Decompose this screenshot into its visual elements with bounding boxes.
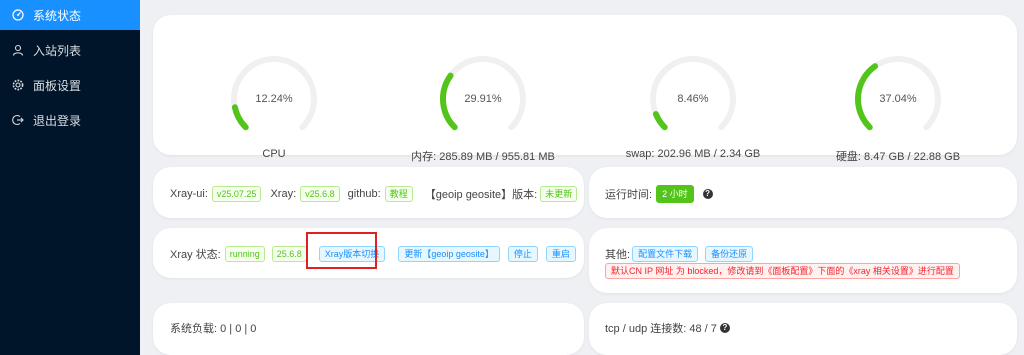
system-load-text: 系统负载: 0 | 0 | 0 (170, 323, 257, 335)
uptime-value-tag: 2 小时 (656, 185, 694, 203)
gauge-label: CPU (262, 148, 286, 160)
swap-gauge: 8.46% swap: 202.96 MB / 2.34 GB (613, 53, 773, 160)
sidebar-item-label: 系统状态 (33, 8, 82, 23)
uptime-card: 运行时间: 2 小时 ? (589, 167, 1017, 218)
sidebar-item-system-status[interactable]: 系统状态 (0, 0, 140, 30)
sidebar-item-label: 退出登录 (33, 113, 82, 128)
resource-usage-card: 12.24% CPU 29.91% 内存: 285.89 MB / 955.81… (153, 15, 1017, 163)
uptime-label: 运行时间: (605, 189, 653, 201)
connections-card: tcp / udp 连接数: 48 / 7 ? (589, 303, 1017, 355)
github-label: github: (347, 188, 381, 200)
memory-gauge: 29.91% 内存: 285.89 MB / 955.81 MB (403, 53, 563, 164)
warning-row: 默认CN IP 网址 为 blocked，修改请到《面板配置》下面的《xray … (605, 263, 960, 279)
gauge-value: 8.46% (677, 93, 709, 105)
gauge-value: 12.24% (255, 93, 293, 105)
xray-version-tag: v25.6.8 (300, 186, 340, 202)
restart-button[interactable]: 重启 (545, 246, 576, 262)
sidebar-item-panel-settings[interactable]: 面板设置 (0, 70, 140, 100)
highlight-box (306, 232, 377, 269)
gear-icon (12, 79, 24, 91)
gauge-arc (652, 111, 668, 131)
xray-status-label: Xray 状态: (170, 249, 221, 261)
gauge-value: 37.04% (879, 93, 917, 105)
gauge-label: 内存: 285.89 MB / 955.81 MB (411, 151, 555, 163)
sidebar: 系统状态 入站列表 面板设置 退出登录 (0, 0, 140, 355)
sidebar-item-label: 入站列表 (33, 43, 82, 58)
config-download-button[interactable]: 配置文件下载 (632, 246, 699, 262)
xrayui-version-tag: v25.07.25 (211, 186, 262, 202)
other-row: 其他: 配置文件下载 备份还原 (605, 246, 754, 262)
xray-label: Xray: (270, 188, 297, 200)
gauge-label: 硬盘: 8.47 GB / 22.88 GB (835, 151, 961, 163)
versions-row: Xray-ui: v25.07.25 Xray: v25.6.8 github:… (170, 186, 578, 202)
backup-restore-button[interactable]: 备份还原 (705, 246, 754, 262)
other-card: 其他: 配置文件下载 备份还原 默认CN IP 网址 为 blocked，修改请… (589, 228, 1017, 293)
logout-icon (12, 114, 24, 126)
other-label: 其他: (605, 249, 631, 261)
geo-status-tag: 未更新 (540, 186, 578, 202)
cpu-gauge: 12.24% CPU (209, 53, 339, 160)
user-icon (12, 44, 24, 56)
cn-ip-warning-tag: 默认CN IP 网址 为 blocked，修改请到《面板配置》下面的《xray … (605, 263, 960, 279)
connections-text: tcp / udp 连接数: 48 / 7 (605, 323, 717, 335)
sidebar-item-label: 面板设置 (33, 78, 82, 93)
question-circle-icon[interactable]: ? (719, 323, 730, 333)
xray-state-tag: running (224, 246, 265, 262)
geo-version-label: 【geoip geosite】版本: (424, 189, 538, 201)
gauge-label: swap: 202.96 MB / 2.34 GB (625, 148, 761, 160)
uptime-row: 运行时间: 2 小时 ? (605, 185, 713, 203)
xray-version-tag: 25.6.8 (271, 246, 307, 262)
stop-button[interactable]: 停止 (507, 246, 538, 262)
question-circle-icon[interactable]: ? (702, 189, 713, 199)
versions-card: Xray-ui: v25.07.25 Xray: v25.6.8 github:… (153, 167, 584, 218)
connections-row: tcp / udp 连接数: 48 / 7 ? (605, 320, 730, 336)
github-tutorial-link[interactable]: 教程 (384, 186, 413, 202)
xrayui-label: Xray-ui: (170, 188, 208, 200)
system-load-row: 系统负载: 0 | 0 | 0 (170, 320, 256, 336)
main-content: 12.24% CPU 29.91% 内存: 285.89 MB / 955.81… (140, 0, 1024, 355)
update-geo-button[interactable]: 更新【geoip geosite】 (398, 246, 500, 262)
sidebar-item-inbound-list[interactable]: 入站列表 (0, 35, 140, 65)
dashboard-icon (12, 9, 24, 21)
disk-gauge: 37.04% 硬盘: 8.47 GB / 22.88 GB (823, 53, 973, 164)
system-load-card: 系统负载: 0 | 0 | 0 (153, 303, 584, 355)
gauge-arc (231, 104, 249, 131)
sidebar-item-logout[interactable]: 退出登录 (0, 105, 140, 135)
gauge-value: 29.91% (464, 93, 502, 105)
